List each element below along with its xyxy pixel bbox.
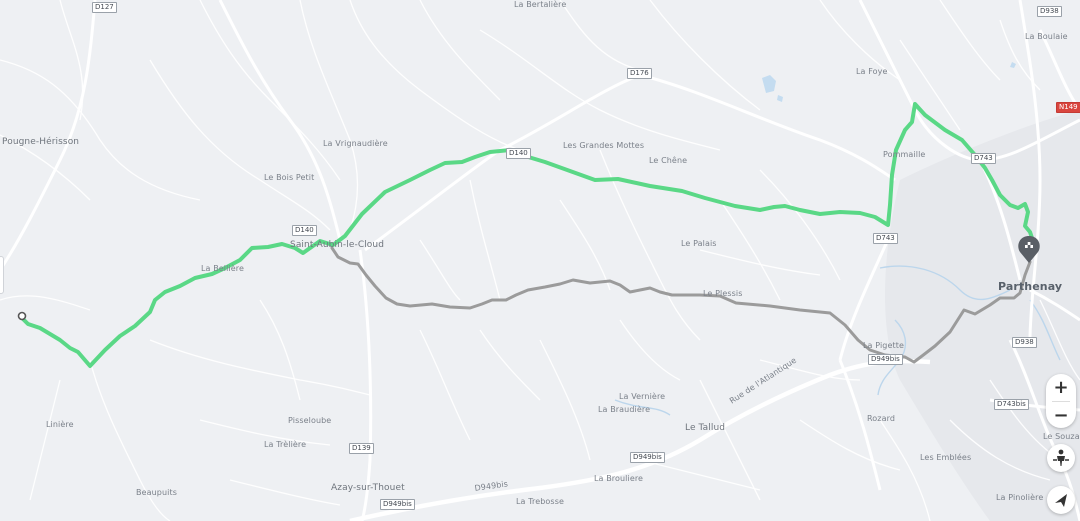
place-label: Rozard <box>867 414 896 423</box>
map-canvas[interactable]: La Bertalière La Boulaie La Foye Pougne-… <box>0 0 1080 521</box>
route-start-marker <box>17 311 27 321</box>
place-label: Le Tallud <box>685 423 726 433</box>
road-shield: D139 <box>349 443 374 454</box>
road-shield: D949bis <box>380 499 415 510</box>
road-shield: D743 <box>971 153 996 164</box>
place-label: La Boulaie <box>1025 32 1068 41</box>
road-shield: D949bis <box>630 452 665 463</box>
place-label: La Pigette <box>863 341 904 350</box>
place-label: Azay-sur-Thouet <box>331 483 405 493</box>
zoom-out-button[interactable]: − <box>1046 402 1076 429</box>
person-icon <box>1053 449 1069 466</box>
map-layers-button[interactable] <box>1047 444 1075 472</box>
place-label: Le Chêne <box>649 156 688 165</box>
place-label: Beaupuits <box>136 488 177 497</box>
side-panel-handle[interactable] <box>0 256 4 294</box>
road-shield: D949bis <box>868 354 903 365</box>
place-label: La Braudière <box>598 405 651 414</box>
road-d949bis <box>349 358 931 521</box>
locate-button[interactable] <box>1047 486 1075 514</box>
road-shield: D938 <box>1012 337 1037 348</box>
place-label: Les Grandes Mottes <box>563 141 645 150</box>
place-label: Saint-Aubin-le-Cloud <box>290 240 385 250</box>
road-shield: D743bis <box>994 399 1029 410</box>
place-label: La Foye <box>856 67 888 76</box>
place-label: Pisseloube <box>288 416 332 425</box>
place-label: Le Palais <box>681 239 717 248</box>
place-label: Le Souzay <box>1043 432 1080 441</box>
place-label: Parthenay <box>998 280 1063 293</box>
place-label: La Bertalière <box>514 0 567 9</box>
road-shield: D140 <box>506 148 531 159</box>
navigation-arrow-icon <box>1055 494 1067 507</box>
road-shield: D140 <box>292 225 317 236</box>
zoom-in-button[interactable]: + <box>1046 374 1076 401</box>
road-shield: D176 <box>627 68 652 79</box>
place-label: La Vrignaudière <box>323 139 388 148</box>
place-label: Pommaille <box>883 150 926 159</box>
place-label: La Trebosse <box>516 497 564 506</box>
place-label: La Vernière <box>619 392 666 401</box>
place-label: La Trèlière <box>264 440 307 449</box>
map-base-layer <box>0 0 1080 521</box>
place-label: Le Bois Petit <box>264 173 315 182</box>
road-shield: D127 <box>92 2 117 13</box>
place-label: Les Emblées <box>920 453 972 462</box>
road-shield: N149 <box>1056 102 1080 113</box>
zoom-control: + − <box>1046 374 1076 428</box>
place-label: Linière <box>46 420 74 429</box>
place-label: La Pinolière <box>996 493 1044 502</box>
road-shield: D743 <box>873 233 898 244</box>
place-label: Pougne-Hérisson <box>2 137 80 147</box>
place-label: Le Plessis <box>703 289 743 298</box>
place-label: La Brouliere <box>594 474 644 483</box>
place-label: La Bellière <box>201 264 245 273</box>
road-shield: D938 <box>1037 6 1062 17</box>
